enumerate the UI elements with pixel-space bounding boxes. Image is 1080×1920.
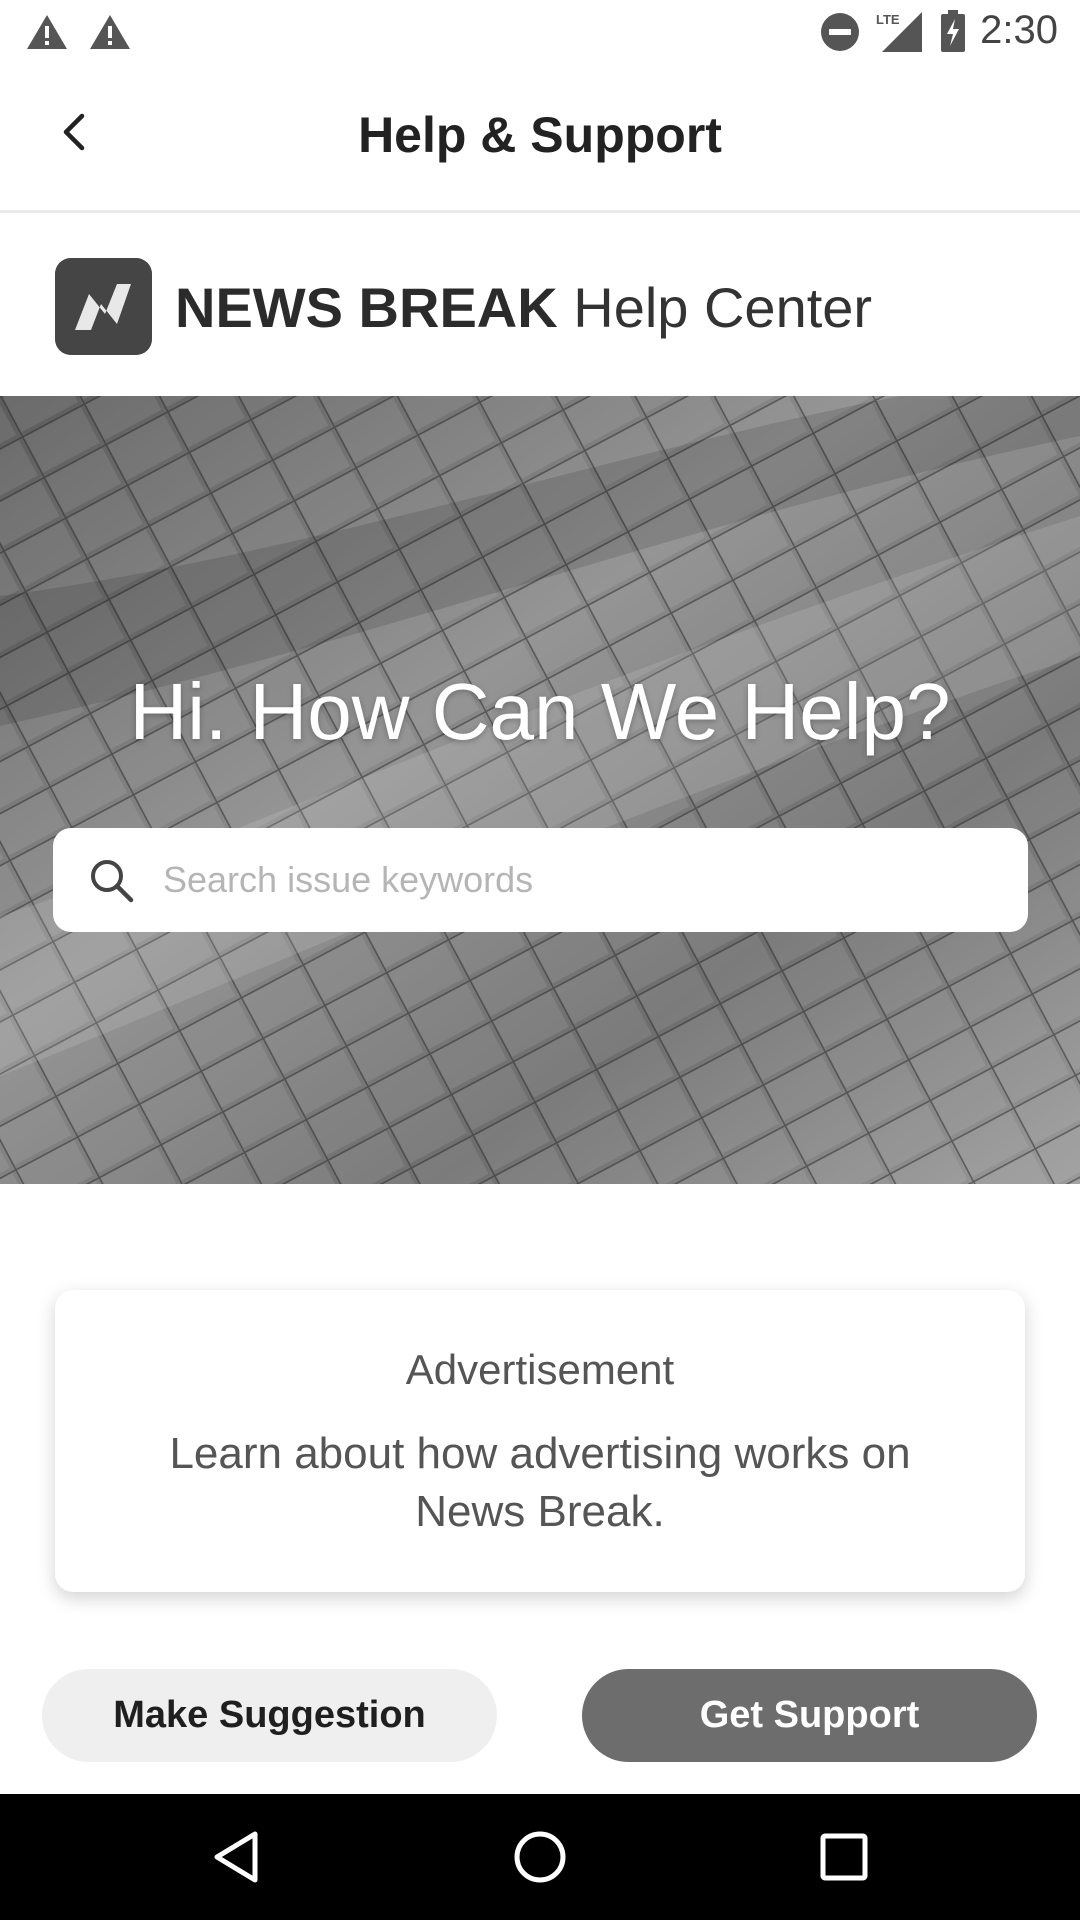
- do-not-disturb-icon: [821, 13, 859, 51]
- home-circle-icon: [514, 1831, 566, 1883]
- search-bar[interactable]: [53, 828, 1028, 932]
- news-break-logo: [55, 258, 152, 355]
- help-center-title: NEWS BREAK Help Center: [175, 275, 872, 340]
- hero-headline: Hi. How Can We Help?: [129, 667, 951, 756]
- ad-card-description: Learn about how advertising works on New…: [169, 1429, 911, 1536]
- nav-recents-button[interactable]: [784, 1794, 904, 1920]
- hero-background-image: [0, 396, 1080, 1184]
- warning-icon: [27, 15, 67, 49]
- back-triangle-icon: [214, 1831, 258, 1883]
- status-bar: LTE 2:30: [0, 0, 1080, 64]
- ad-card-title: Advertisement: [405, 1346, 675, 1393]
- page-title: Help & Support: [358, 107, 722, 163]
- warning-icon: [90, 15, 130, 49]
- help-center-label: Help Center: [557, 276, 873, 339]
- recents-square-icon: [820, 1833, 868, 1881]
- help-center-header: NEWS BREAK Help Center: [0, 213, 1080, 396]
- nav-home-button[interactable]: [480, 1794, 600, 1920]
- lte-label: LTE: [876, 12, 900, 27]
- lte-signal-icon: LTE: [876, 12, 922, 52]
- clock: 2:30: [980, 8, 1058, 52]
- advertisement-card[interactable]: Advertisement Learn about how advertisin…: [55, 1290, 1025, 1592]
- get-support-button[interactable]: Get Support: [582, 1669, 1037, 1762]
- hero-banner: Hi. How Can We Help?: [0, 396, 1080, 1184]
- system-nav-bar: [0, 1794, 1080, 1920]
- make-suggestion-button[interactable]: Make Suggestion: [42, 1669, 497, 1762]
- nav-back-button[interactable]: [176, 1794, 296, 1920]
- battery-charging-icon: [941, 10, 965, 52]
- app-bar: Help & Support: [0, 64, 1080, 213]
- search-icon: [91, 860, 134, 903]
- search-input[interactable]: [161, 846, 1005, 914]
- brand-name: NEWS BREAK: [175, 276, 558, 339]
